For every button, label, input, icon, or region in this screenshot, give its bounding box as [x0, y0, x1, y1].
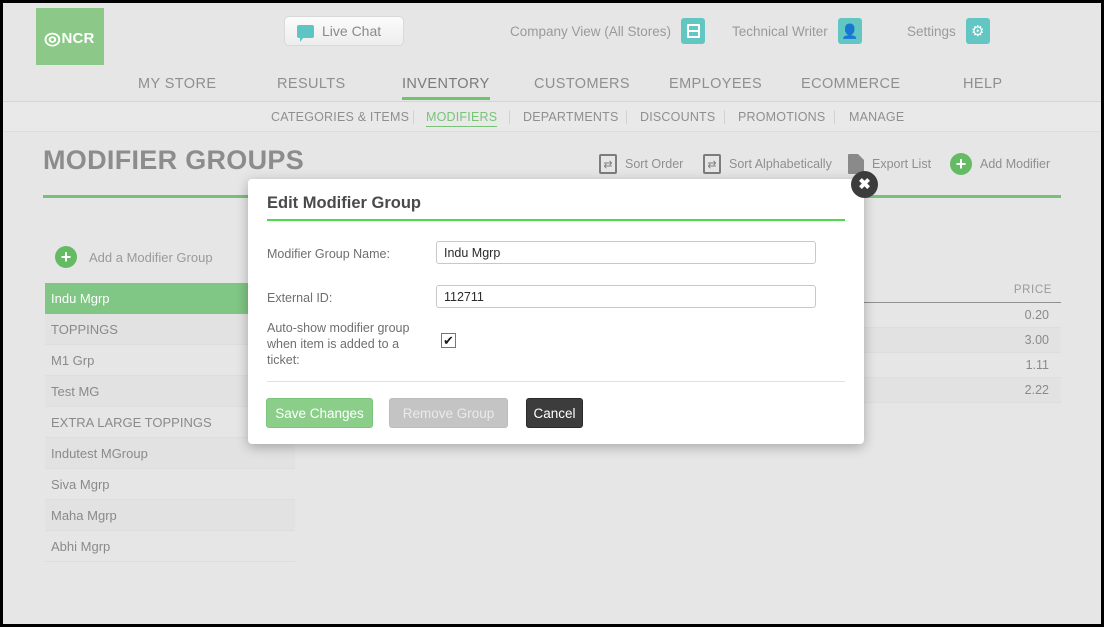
subnav-item-categories-items[interactable]: CATEGORIES & ITEMS	[271, 102, 409, 132]
company-view-selector[interactable]: Company View (All Stores)	[510, 16, 706, 46]
nav-tab-ecommerce[interactable]: ECOMMERCE	[801, 65, 900, 102]
subnav-item-departments[interactable]: DEPARTMENTS	[523, 102, 619, 132]
export-list-label: Export List	[872, 157, 932, 171]
price-row: 0.20	[863, 303, 1061, 328]
list-item[interactable]: Abhi Mgrp	[45, 531, 295, 562]
settings-label: Settings	[907, 23, 956, 39]
nav-tab-employees[interactable]: EMPLOYEES	[669, 65, 762, 102]
cancel-button[interactable]: Cancel	[526, 398, 583, 428]
store-glyph	[686, 24, 700, 38]
sub-navigation: CATEGORIES & ITEMS MODIFIERS DEPARTMENTS DI…	[3, 102, 1101, 132]
subnav-item-promotions[interactable]: PROMOTIONS	[738, 102, 825, 132]
list-item[interactable]: Maha Mgrp	[45, 500, 295, 531]
dialog-title-underline	[267, 219, 845, 221]
add-modifier-group-button[interactable]: + Add a Modifier Group	[55, 246, 213, 268]
auto-show-checkbox[interactable]: ✔	[441, 333, 456, 348]
main-navigation: MY STORE RESULTS INVENTORY CUSTOMERS EMPLOYE…	[3, 65, 1101, 102]
list-item[interactable]: Siva Mgrp	[45, 469, 295, 500]
company-view-label: Company View (All Stores)	[510, 23, 672, 39]
live-chat-button[interactable]: Live Chat	[284, 16, 404, 46]
user-account-control[interactable]: Technical Writer 👤	[732, 16, 862, 46]
user-name-label: Technical Writer	[732, 23, 828, 39]
person-icon[interactable]: 👤	[837, 18, 862, 44]
dialog-title: Edit Modifier Group	[267, 194, 421, 212]
save-changes-button[interactable]: Save Changes	[266, 398, 373, 428]
subnav-divider	[413, 110, 414, 124]
modifier-group-name-input[interactable]	[436, 241, 816, 264]
gear-icon[interactable]: ⚙	[965, 18, 990, 44]
settings-control[interactable]: Settings ⚙	[907, 16, 990, 46]
remove-group-button[interactable]: Remove Group	[389, 398, 508, 428]
add-group-plus-icon: +	[55, 246, 77, 268]
sort-alphabetically-label: Sort Alphabetically	[729, 157, 832, 171]
sort-order-label: Sort Order	[625, 157, 684, 171]
logo-text: NCR	[61, 29, 95, 47]
live-chat-label: Live Chat	[322, 23, 382, 39]
external-id-label: External ID:	[267, 291, 333, 305]
sort-alphabetically-button[interactable]: Sort Alphabetically	[703, 151, 832, 177]
nav-tab-help[interactable]: HELP	[963, 65, 1002, 102]
sort-alphabetically-icon	[703, 154, 721, 174]
top-header-bar: ◎ NCR Live Chat Company View (All Stores…	[3, 3, 1101, 68]
nav-tab-my-store[interactable]: MY STORE	[138, 65, 216, 102]
store-icon[interactable]	[681, 18, 706, 44]
sort-order-icon	[599, 154, 617, 174]
external-id-input[interactable]	[436, 285, 816, 308]
ncr-emblem-icon: ◎	[44, 28, 62, 48]
subnav-item-discounts[interactable]: DISCOUNTS	[640, 102, 715, 132]
subnav-divider	[724, 110, 725, 124]
add-group-label: Add a Modifier Group	[89, 249, 213, 265]
add-modifier-label: Add Modifier	[980, 157, 1051, 171]
subnav-item-modifiers[interactable]: MODIFIERS	[426, 102, 498, 132]
page-title: MODIFIER GROUPS	[43, 145, 305, 175]
close-icon[interactable]: ✖	[851, 171, 878, 198]
add-modifier-button[interactable]: + Add Modifier	[950, 151, 1050, 177]
subnav-divider	[834, 110, 835, 124]
nav-tab-inventory[interactable]: INVENTORY	[402, 65, 490, 102]
dialog-footer-separator	[267, 381, 845, 382]
price-column-header: PRICE	[1013, 284, 1052, 296]
subnav-item-manage[interactable]: MANAGE	[849, 102, 904, 132]
add-modifier-icon: +	[950, 153, 972, 175]
application-window: ◎ NCR Live Chat Company View (All Stores…	[0, 0, 1104, 627]
person-glyph: 👤	[841, 23, 859, 39]
price-row: 3.00	[863, 328, 1061, 353]
modifier-group-name-label: Modifier Group Name:	[267, 247, 390, 261]
nav-tab-results[interactable]: RESULTS	[277, 65, 346, 102]
price-row: 2.22	[863, 378, 1061, 403]
gear-glyph: ⚙	[971, 22, 985, 40]
price-row: 1.11	[863, 353, 1061, 378]
logo-mark: ◎ NCR	[44, 28, 95, 48]
chat-bubble-icon	[297, 24, 314, 42]
subnav-divider	[509, 110, 510, 124]
sort-order-button[interactable]: Sort Order	[599, 151, 683, 177]
subnav-divider	[626, 110, 627, 124]
nav-tab-customers[interactable]: CUSTOMERS	[534, 65, 630, 102]
ncr-logo[interactable]: ◎ NCR	[36, 8, 104, 68]
auto-show-label: Auto-show modifier group when item is ad…	[267, 321, 410, 367]
